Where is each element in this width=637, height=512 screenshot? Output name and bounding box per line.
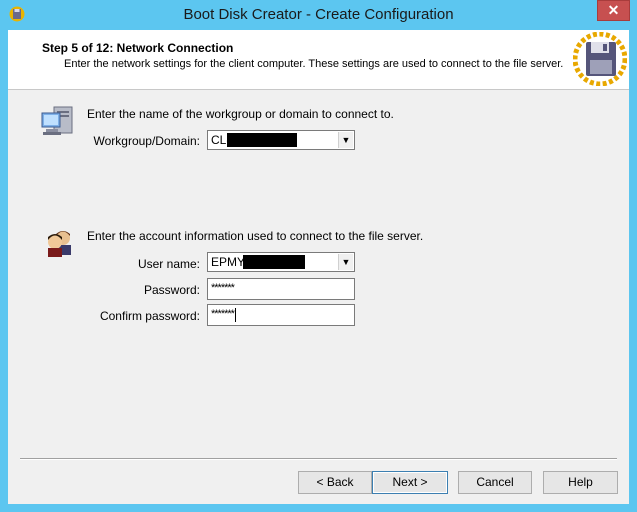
confirm-password-label: Confirm password: — [99, 309, 200, 323]
workgroup-domain-combobox[interactable]: CL- ▼ — [207, 130, 355, 150]
step-title: Step 5 of 12: Network Connection — [42, 41, 234, 55]
dialog-window: Boot Disk Creator - Create Configuration… — [0, 0, 637, 512]
workgroup-instruction: Enter the name of the workgroup or domai… — [87, 107, 394, 121]
close-button[interactable]: ✕ — [597, 0, 630, 21]
chevron-down-icon[interactable]: ▼ — [338, 254, 353, 270]
floppy-disk-icon — [572, 31, 628, 87]
cancel-button[interactable]: Cancel — [458, 471, 532, 494]
footer-separator — [20, 458, 617, 460]
confirm-password-input[interactable]: ******* — [207, 304, 355, 326]
username-combobox[interactable]: EPMY ▼ — [207, 252, 355, 272]
confirm-password-value: ******* — [211, 308, 235, 320]
next-button[interactable]: Next > — [372, 471, 448, 494]
step-description: Enter the network settings for the clien… — [64, 58, 564, 70]
close-icon: ✕ — [607, 2, 620, 18]
title-bar[interactable]: Boot Disk Creator - Create Configuration… — [0, 0, 637, 30]
workgroup-label: Workgroup/Domain: — [93, 134, 201, 148]
password-value: ******* — [211, 282, 235, 294]
username-label: User name: — [137, 257, 200, 271]
dialog-body: Step 5 of 12: Network Connection Enter t… — [8, 30, 629, 504]
chevron-down-icon[interactable]: ▼ — [338, 132, 353, 148]
users-icon — [44, 228, 74, 258]
account-instruction: Enter the account information used to co… — [87, 229, 424, 243]
redaction-bar — [227, 133, 297, 147]
password-input[interactable]: ******* — [207, 278, 355, 300]
username-value: EPMY — [211, 255, 246, 269]
window-title: Boot Disk Creator - Create Configuration — [183, 6, 454, 23]
redaction-bar — [243, 255, 305, 269]
back-button[interactable]: < Back — [298, 471, 372, 494]
wizard-header: Step 5 of 12: Network Connection Enter t… — [8, 30, 629, 90]
help-button[interactable]: Help — [543, 471, 618, 494]
password-label: Password: — [143, 283, 200, 297]
text-cursor — [235, 308, 236, 322]
